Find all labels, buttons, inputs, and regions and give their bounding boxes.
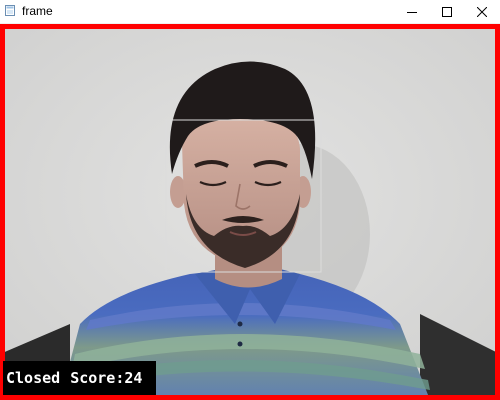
close-button[interactable]	[465, 0, 499, 24]
maximize-button[interactable]	[430, 0, 464, 24]
status-overlay: Closed Score:24	[3, 361, 156, 395]
video-frame: Closed Score:24	[0, 24, 500, 400]
app-window: frame Closed Score:24	[0, 0, 500, 400]
eye-state-label: Closed	[6, 369, 61, 387]
webcam-image	[0, 24, 500, 400]
app-window-icon	[5, 5, 15, 16]
window-title: frame	[22, 4, 53, 18]
minimize-button[interactable]	[395, 0, 429, 24]
maximize-icon	[442, 7, 452, 17]
close-icon	[477, 7, 487, 17]
title-bar[interactable]: frame	[0, 0, 500, 24]
score-label: Score:24	[70, 369, 143, 387]
minimize-icon	[407, 12, 417, 13]
